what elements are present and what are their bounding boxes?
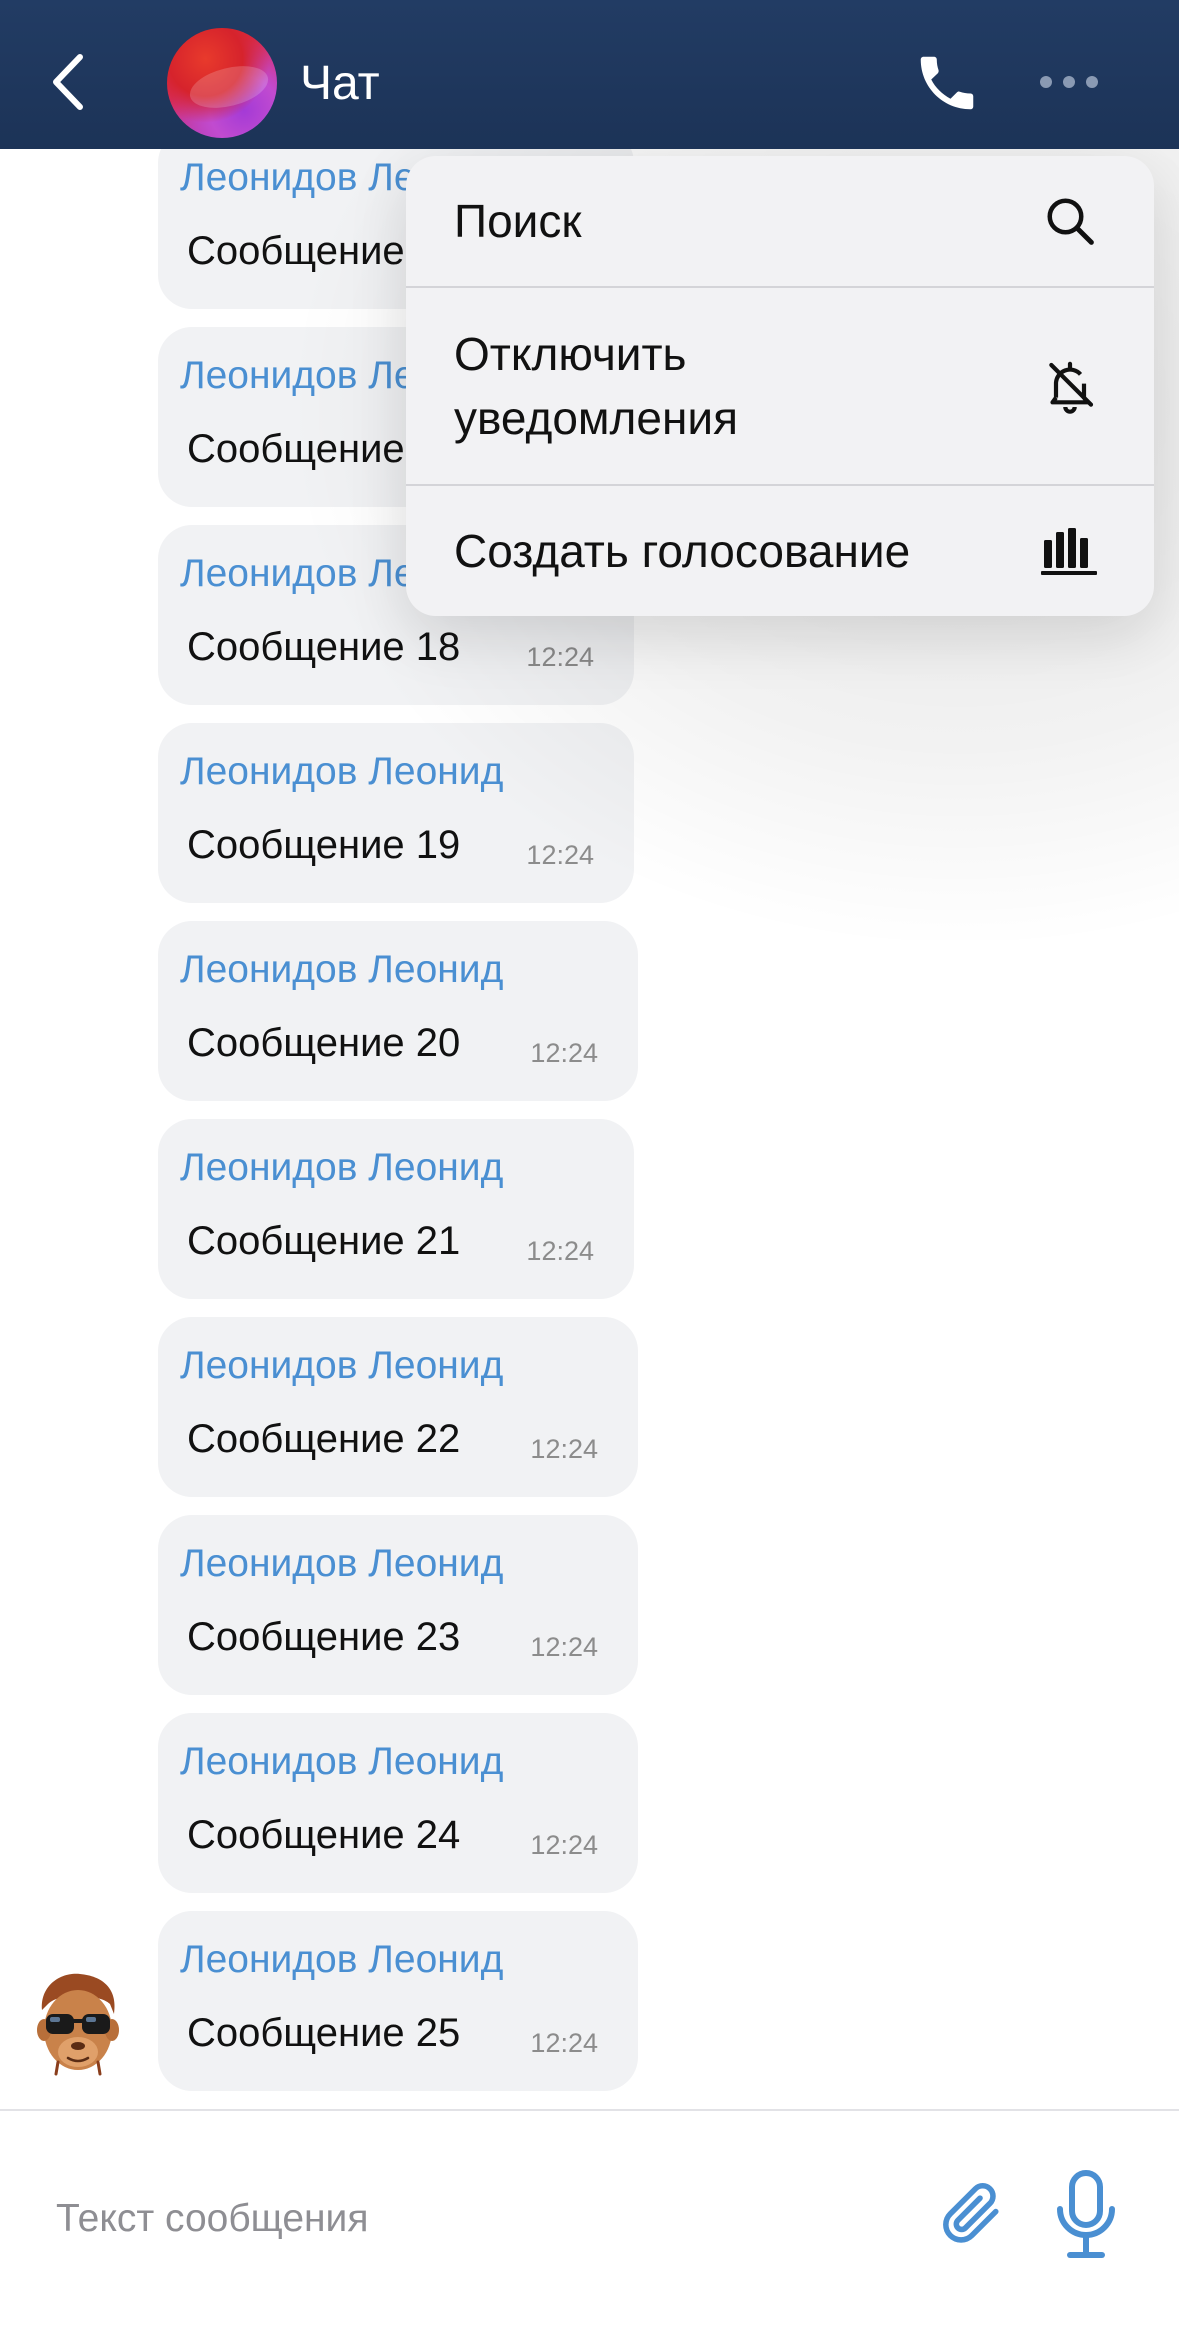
message-sender[interactable]: Леонидов Леонид	[180, 947, 503, 993]
message-composer	[0, 2111, 1179, 2336]
message-input[interactable]	[56, 2189, 856, 2249]
phone-icon	[920, 56, 974, 110]
message-bubble[interactable]: Леонидов Леонид Сообщение 23 12:24	[158, 1515, 638, 1695]
more-options-button[interactable]	[1034, 64, 1104, 100]
chat-title[interactable]: Чат	[300, 54, 380, 114]
message-text: Сообщение 22	[187, 1417, 461, 1461]
message-sender[interactable]: Леонидов Леонид	[180, 1343, 503, 1389]
message-text: Сообщение 19	[187, 823, 461, 867]
message-time: 12:24	[526, 642, 594, 672]
message-text: Сообщение 24	[187, 1813, 461, 1857]
call-button[interactable]	[912, 48, 982, 118]
message-sender[interactable]: Леонидов Леонид	[180, 1145, 503, 1191]
poll-chart-icon	[1040, 521, 1100, 581]
menu-item-label: Создать голосование	[454, 525, 911, 577]
message-time: 12:24	[530, 1632, 598, 1662]
paperclip-icon	[943, 2183, 999, 2243]
message-time: 12:24	[530, 1038, 598, 1068]
message-bubble[interactable]: Леонидов Леонид Сообщение 25 12:24	[158, 1911, 638, 2091]
message-text: Сообщение 23	[187, 1615, 461, 1659]
message-bubble[interactable]: Леонидов Леонид Сообщение 19 12:24	[158, 723, 634, 903]
chat-header: Чат	[0, 0, 1179, 149]
message-time: 12:24	[530, 1830, 598, 1860]
chat-avatar[interactable]	[167, 28, 277, 138]
search-icon	[1040, 191, 1100, 251]
bell-off-icon	[1040, 356, 1100, 416]
more-dots-icon	[1040, 76, 1052, 88]
message-sender[interactable]: Леонидов Леонид	[180, 1937, 503, 1983]
back-button[interactable]	[38, 42, 98, 122]
chevron-left-icon	[53, 54, 83, 110]
message-text: Сообщение 25	[187, 2011, 461, 2055]
message-bubble[interactable]: Леонидов Леонид Сообщение 22 12:24	[158, 1317, 638, 1497]
user-avatar[interactable]	[30, 1970, 126, 2078]
message-bubble[interactable]: Леонидов Леонид Сообщение 20 12:24	[158, 921, 638, 1101]
message-bubble[interactable]: Леонидов Леонид Сообщение 21 12:24	[158, 1119, 634, 1299]
message-time: 12:24	[526, 1236, 594, 1266]
chat-options-menu: Поиск Отключить уведомления Создать голо…	[406, 156, 1154, 616]
message-text: Сообщение 21	[187, 1219, 461, 1263]
message-text: Сообщение 20	[187, 1021, 461, 1065]
menu-item-search[interactable]: Поиск	[406, 156, 1154, 286]
message-time: 12:24	[530, 2028, 598, 2058]
menu-item-label: Поиск	[454, 195, 582, 247]
microphone-button[interactable]	[1054, 2169, 1118, 2265]
chat-screen: Чат Леонидов ЛеонидСообщение 1612:24Леон…	[0, 0, 1179, 2336]
microphone-icon	[1057, 2170, 1115, 2258]
message-time: 12:24	[530, 1434, 598, 1464]
message-sender[interactable]: Леонидов Леонид	[180, 749, 503, 795]
message-bubble[interactable]: Леонидов Леонид Сообщение 24 12:24	[158, 1713, 638, 1893]
message-sender[interactable]: Леонидов Леонид	[180, 1739, 503, 1785]
message-sender[interactable]: Леонидов Леонид	[180, 1541, 503, 1587]
menu-item-mute-notifications[interactable]: Отключить уведомления	[406, 288, 1154, 484]
attach-button[interactable]	[936, 2173, 1006, 2253]
menu-item-create-poll[interactable]: Создать голосование	[406, 486, 1154, 616]
menu-item-label: Отключить уведомления	[454, 328, 738, 444]
message-time: 12:24	[526, 840, 594, 870]
message-text: Сообщение 18	[187, 625, 461, 669]
